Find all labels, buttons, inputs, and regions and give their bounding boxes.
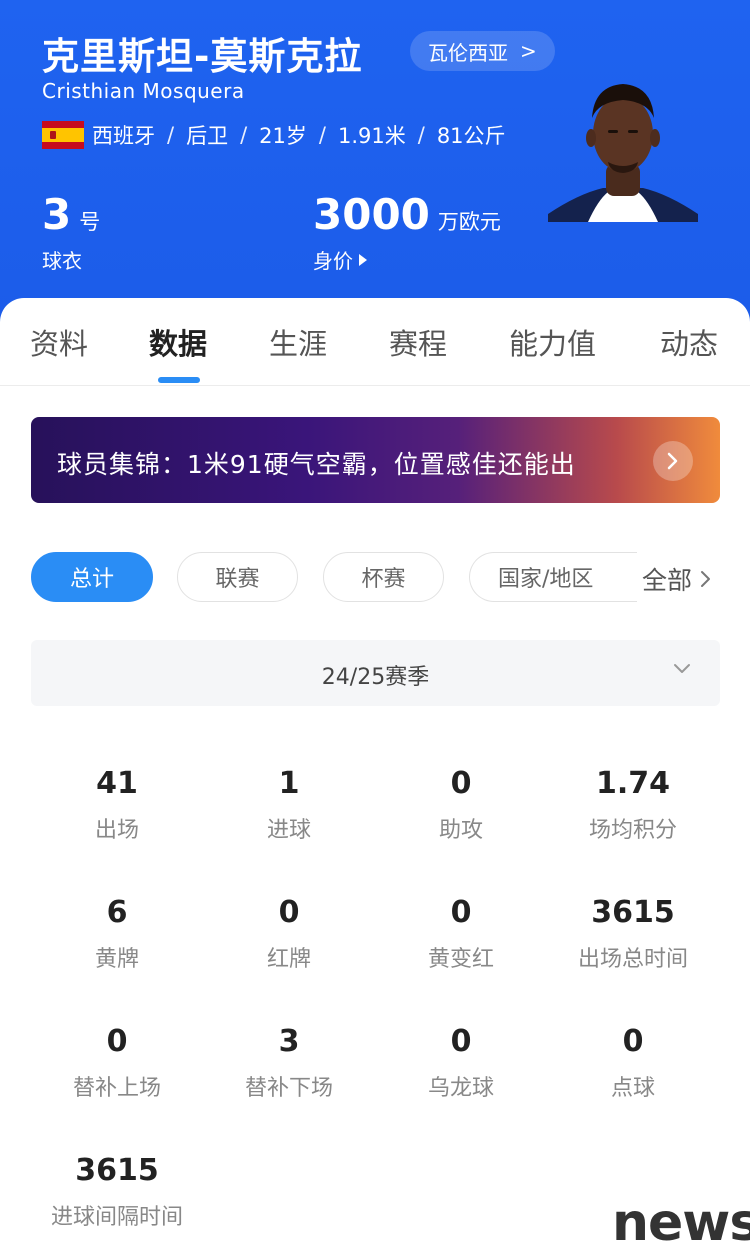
stat-value-goals: 1 <box>278 766 300 801</box>
filter-league[interactable]: 联赛 <box>177 552 298 602</box>
stat-cell: 0 乌龙球 <box>375 1024 547 1102</box>
stat-cell: 0 点球 <box>547 1024 719 1102</box>
tab-schedule[interactable]: 赛程 <box>389 321 447 363</box>
shirt-number-unit: 号 <box>79 210 101 234</box>
stat-cell: 6 黄牌 <box>31 895 203 973</box>
stat-cell: 3 替补下场 <box>203 1024 375 1102</box>
stat-cell: 0 黄变红 <box>375 895 547 973</box>
filter-national[interactable]: 国家/地区 <box>469 552 637 602</box>
club-link-button[interactable]: 瓦伦西亚 > <box>410 31 555 71</box>
market-value-link[interactable]: 身价 <box>313 245 501 274</box>
stat-label-assists: 助攻 <box>438 818 483 843</box>
stat-label-appearances: 出场 <box>94 818 139 843</box>
shirt-number: 3 <box>42 190 72 239</box>
tab-ability[interactable]: 能力值 <box>509 321 596 363</box>
player-name-cn: 克里斯坦-莫斯克拉 <box>42 35 363 78</box>
market-value-block[interactable]: 3000 万欧元 身价 <box>313 190 501 274</box>
chevron-right-icon[interactable] <box>653 441 693 481</box>
season-label: 24/25赛季 <box>321 665 430 690</box>
stat-label-penalties: 点球 <box>610 1076 655 1101</box>
tab-bar: 资料 数据 生涯 赛程 能力值 动态 <box>0 298 750 386</box>
stat-value-yellow-cards: 6 <box>106 895 128 930</box>
stat-label-minutes-played: 出场总时间 <box>577 947 688 972</box>
highlight-banner-text: 球员集锦：1米91硬气空霸，位置感佳还能出 <box>57 450 576 479</box>
info-separator: / <box>240 123 248 147</box>
stat-value-appearances: 41 <box>96 766 138 801</box>
content-card: 资料 数据 生涯 赛程 能力值 动态 球员集锦：1米91硬气空霸，位置感佳还能出… <box>0 298 750 1254</box>
stat-label-red-cards: 红牌 <box>266 947 311 972</box>
caret-right-icon <box>359 253 367 266</box>
stat-value-own-goals: 0 <box>450 1024 472 1059</box>
chevron-down-icon <box>674 664 690 673</box>
age: 21岁 <box>259 124 307 148</box>
stat-label-sub-off: 替补下场 <box>244 1076 333 1101</box>
chevron-right-icon <box>701 571 711 587</box>
nationality: 西班牙 <box>92 124 155 148</box>
tab-profile[interactable]: 资料 <box>30 321 88 363</box>
stat-label-yellow-cards: 黄牌 <box>94 947 139 972</box>
player-avatar <box>548 84 698 222</box>
stat-cell: 0 替补上场 <box>31 1024 203 1102</box>
stat-value-assists: 0 <box>450 766 472 801</box>
stat-cell: 1 进球 <box>203 766 375 844</box>
news-watermark: news <box>612 1193 750 1253</box>
active-tab-indicator <box>158 377 200 383</box>
stat-label-second-yellow: 黄变红 <box>427 947 494 972</box>
stat-label-goals: 进球 <box>266 818 311 843</box>
market-value-unit: 万欧元 <box>437 210 501 234</box>
shirt-number-block: 3号 球衣 <box>42 190 100 274</box>
stat-value-minutes-played: 3615 <box>591 895 675 930</box>
stat-cell: 41 出场 <box>31 766 203 844</box>
stat-label-minutes-per-goal: 进球间隔时间 <box>50 1205 183 1230</box>
filter-all-label: 全部 <box>642 566 693 595</box>
season-selector[interactable]: 24/25赛季 <box>31 640 720 706</box>
stat-cell: 0 助攻 <box>375 766 547 844</box>
stat-value-minutes-per-goal: 3615 <box>75 1153 159 1188</box>
highlight-banner[interactable]: 球员集锦：1米91硬气空霸，位置感佳还能出 <box>31 417 720 503</box>
stat-cell: 3615 进球间隔时间 <box>31 1153 203 1231</box>
club-arrow: > <box>520 39 537 63</box>
stat-value-red-cards: 0 <box>278 895 300 930</box>
shirt-label: 球衣 <box>42 249 82 273</box>
tab-news[interactable]: 动态 <box>660 321 718 363</box>
player-header: 克里斯坦-莫斯克拉 瓦伦西亚 > Cristhian Mosquera 西班牙 … <box>0 0 750 330</box>
stat-value-points-per-game: 1.74 <box>595 766 671 801</box>
info-separator: / <box>167 123 175 147</box>
filter-all-button[interactable]: 全部 <box>640 561 713 597</box>
competition-filter-bar: 总计 联赛 杯赛 国家/地区 全部 <box>0 552 750 604</box>
stat-value-second-yellow: 0 <box>450 895 472 930</box>
position: 后卫 <box>186 124 229 148</box>
stat-value-sub-on: 0 <box>106 1024 128 1059</box>
stat-cell: 3615 出场总时间 <box>547 895 719 973</box>
stat-label-sub-on: 替补上场 <box>72 1076 161 1101</box>
stat-value-sub-off: 3 <box>278 1024 300 1059</box>
spain-flag-icon <box>42 121 84 149</box>
tab-career[interactable]: 生涯 <box>269 321 327 363</box>
stat-label-own-goals: 乌龙球 <box>427 1076 494 1101</box>
filter-total[interactable]: 总计 <box>31 552 153 602</box>
stat-cell: 1.74 场均积分 <box>547 766 719 844</box>
filter-cup[interactable]: 杯赛 <box>323 552 444 602</box>
stat-label-points-per-game: 场均积分 <box>588 818 677 843</box>
market-value-label: 身价 <box>313 249 353 273</box>
height: 1.91米 <box>337 124 406 148</box>
weight: 81公斤 <box>436 124 506 148</box>
stat-cell: 0 红牌 <box>203 895 375 973</box>
market-value: 3000 <box>313 190 430 239</box>
tab-stats[interactable]: 数据 <box>149 321 207 363</box>
player-name-en: Cristhian Mosquera <box>42 79 245 103</box>
stat-value-penalties: 0 <box>622 1024 644 1059</box>
club-name: 瓦伦西亚 <box>428 40 508 65</box>
info-separator: / <box>417 123 425 147</box>
player-info-row: 西班牙 / 后卫 / 21岁 / 1.91米 / 81公斤 <box>42 120 506 150</box>
info-separator: / <box>318 123 326 147</box>
